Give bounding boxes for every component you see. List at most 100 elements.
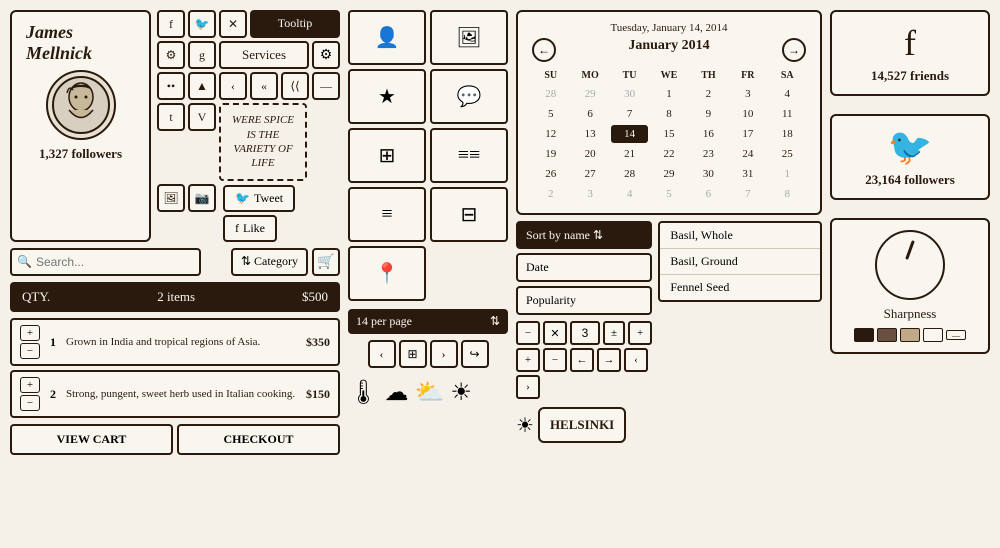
- category-select[interactable]: ⇅ Category: [231, 248, 308, 276]
- cal-day[interactable]: 18: [769, 125, 806, 143]
- share-btn[interactable]: ↪: [461, 340, 489, 368]
- location-icon-box[interactable]: 📍: [348, 246, 426, 301]
- cal-day[interactable]: 9: [690, 105, 727, 123]
- cal-day[interactable]: 2: [690, 85, 727, 103]
- spice-item-basil-whole[interactable]: Basil, Whole: [660, 223, 820, 249]
- item-2-plus[interactable]: +: [20, 377, 40, 393]
- cal-day[interactable]: 6: [690, 185, 727, 203]
- cal-day[interactable]: 22: [650, 145, 687, 163]
- table-icon-box[interactable]: ≡≡: [430, 128, 508, 183]
- google-icon-btn[interactable]: g: [188, 41, 216, 69]
- chat-icon-box[interactable]: 💬: [430, 69, 508, 124]
- cal-day[interactable]: 30: [690, 165, 727, 183]
- cal-day[interactable]: 5: [532, 105, 569, 123]
- like-button[interactable]: f Like: [223, 215, 277, 242]
- cal-day[interactable]: 28: [611, 165, 648, 183]
- cal-day[interactable]: 28: [532, 85, 569, 103]
- cal-day[interactable]: 1: [769, 165, 806, 183]
- ctrl-x[interactable]: ✕: [543, 321, 567, 345]
- photo-icon-btn[interactable]: 📷: [188, 184, 216, 212]
- cal-day[interactable]: 10: [729, 105, 766, 123]
- cal-day[interactable]: 6: [571, 105, 608, 123]
- item-2-minus[interactable]: −: [20, 395, 40, 411]
- cal-day[interactable]: 21: [611, 145, 648, 163]
- twitter-icon-btn[interactable]: 🐦: [188, 10, 216, 38]
- swatch-medium[interactable]: [877, 328, 897, 342]
- swatch-lightest[interactable]: [923, 328, 943, 342]
- cal-next-btn[interactable]: →: [782, 38, 806, 62]
- prev-page-btn[interactable]: ‹: [368, 340, 396, 368]
- view-cart-button[interactable]: VIEW CART: [10, 424, 173, 455]
- search-input[interactable]: [10, 248, 201, 276]
- cal-day[interactable]: 8: [650, 105, 687, 123]
- tweet-button[interactable]: 🐦 Tweet: [223, 185, 295, 212]
- tumblr-icon-btn[interactable]: t: [157, 103, 185, 131]
- settings-icon-btn[interactable]: ⚙: [157, 41, 185, 69]
- cal-day[interactable]: 16: [690, 125, 727, 143]
- chevron-left-icon[interactable]: ‹: [219, 72, 247, 100]
- cal-day[interactable]: 25: [769, 145, 806, 163]
- triangle-icon-btn[interactable]: ▲: [188, 72, 216, 100]
- sharpness-knob[interactable]: [875, 230, 945, 300]
- next-page-btn[interactable]: ›: [430, 340, 458, 368]
- list-icon-box[interactable]: ≡: [348, 187, 426, 242]
- image-icon-btn[interactable]: 🖼: [157, 184, 185, 212]
- cal-day[interactable]: 19: [532, 145, 569, 163]
- user-icon-box[interactable]: 👤: [348, 10, 426, 65]
- swatch-dark[interactable]: [854, 328, 874, 342]
- cal-day[interactable]: 8: [769, 185, 806, 203]
- list-alt-icon-box[interactable]: ⊟: [430, 187, 508, 242]
- item-1-plus[interactable]: +: [20, 325, 40, 341]
- ctrl-arrow-right[interactable]: →: [597, 348, 621, 372]
- cal-day[interactable]: 7: [611, 105, 648, 123]
- swatch-light[interactable]: [900, 328, 920, 342]
- cal-day[interactable]: 1: [650, 85, 687, 103]
- cal-day[interactable]: 26: [532, 165, 569, 183]
- cal-day[interactable]: 23: [690, 145, 727, 163]
- minus-icon-btn[interactable]: —: [312, 72, 340, 100]
- spice-item-fennel-seed[interactable]: Fennel Seed: [660, 275, 820, 300]
- cal-day[interactable]: 2: [532, 185, 569, 203]
- image-large-icon-box[interactable]: 🖼: [430, 10, 508, 65]
- dots-icon-btn[interactable]: ••: [157, 72, 185, 100]
- ctrl-minus-2[interactable]: −: [543, 348, 567, 372]
- checkout-button[interactable]: CHECKOUT: [177, 424, 340, 455]
- gear-icon-btn[interactable]: ⚙: [312, 41, 340, 69]
- cal-day[interactable]: 3: [571, 185, 608, 203]
- cal-day[interactable]: 29: [571, 85, 608, 103]
- cal-day[interactable]: 15: [650, 125, 687, 143]
- chevron-double-left-icon[interactable]: «: [250, 72, 278, 100]
- ctrl-chevron-right[interactable]: ›: [516, 375, 540, 399]
- filter-popularity[interactable]: Popularity: [516, 286, 652, 315]
- cal-day-today[interactable]: 14: [611, 125, 648, 143]
- cal-day[interactable]: 27: [571, 165, 608, 183]
- ctrl-number-input[interactable]: [570, 321, 600, 345]
- cal-day[interactable]: 17: [729, 125, 766, 143]
- cal-day[interactable]: 3: [729, 85, 766, 103]
- slider-dash[interactable]: —: [946, 330, 966, 340]
- grid-icon-box[interactable]: ⊞: [348, 128, 426, 183]
- item-1-minus[interactable]: −: [20, 343, 40, 359]
- services-button[interactable]: Services: [219, 41, 309, 69]
- cal-day[interactable]: 13: [571, 125, 608, 143]
- tooltip-button[interactable]: Tooltip: [250, 10, 340, 38]
- filter-date[interactable]: Date: [516, 253, 652, 282]
- cal-prev-btn[interactable]: ←: [532, 38, 556, 62]
- cal-day[interactable]: 4: [611, 185, 648, 203]
- ctrl-arrow-left[interactable]: ←: [570, 348, 594, 372]
- facebook-icon-btn[interactable]: f: [157, 10, 185, 38]
- cal-day[interactable]: 5: [650, 185, 687, 203]
- ctrl-plus-2[interactable]: +: [516, 348, 540, 372]
- close-icon-btn[interactable]: ✕: [219, 10, 247, 38]
- chevron-triple-left-icon[interactable]: ⟨⟨: [281, 72, 309, 100]
- cal-day[interactable]: 20: [571, 145, 608, 163]
- cal-day[interactable]: 7: [729, 185, 766, 203]
- spice-item-basil-ground[interactable]: Basil, Ground: [660, 249, 820, 275]
- star-icon-box[interactable]: ★: [348, 69, 426, 124]
- ctrl-increment[interactable]: +: [628, 321, 652, 345]
- cal-day[interactable]: 12: [532, 125, 569, 143]
- vine-icon-btn[interactable]: V: [188, 103, 216, 131]
- cart-icon-btn[interactable]: 🛒: [312, 248, 340, 276]
- cal-day[interactable]: 24: [729, 145, 766, 163]
- cal-day[interactable]: 4: [769, 85, 806, 103]
